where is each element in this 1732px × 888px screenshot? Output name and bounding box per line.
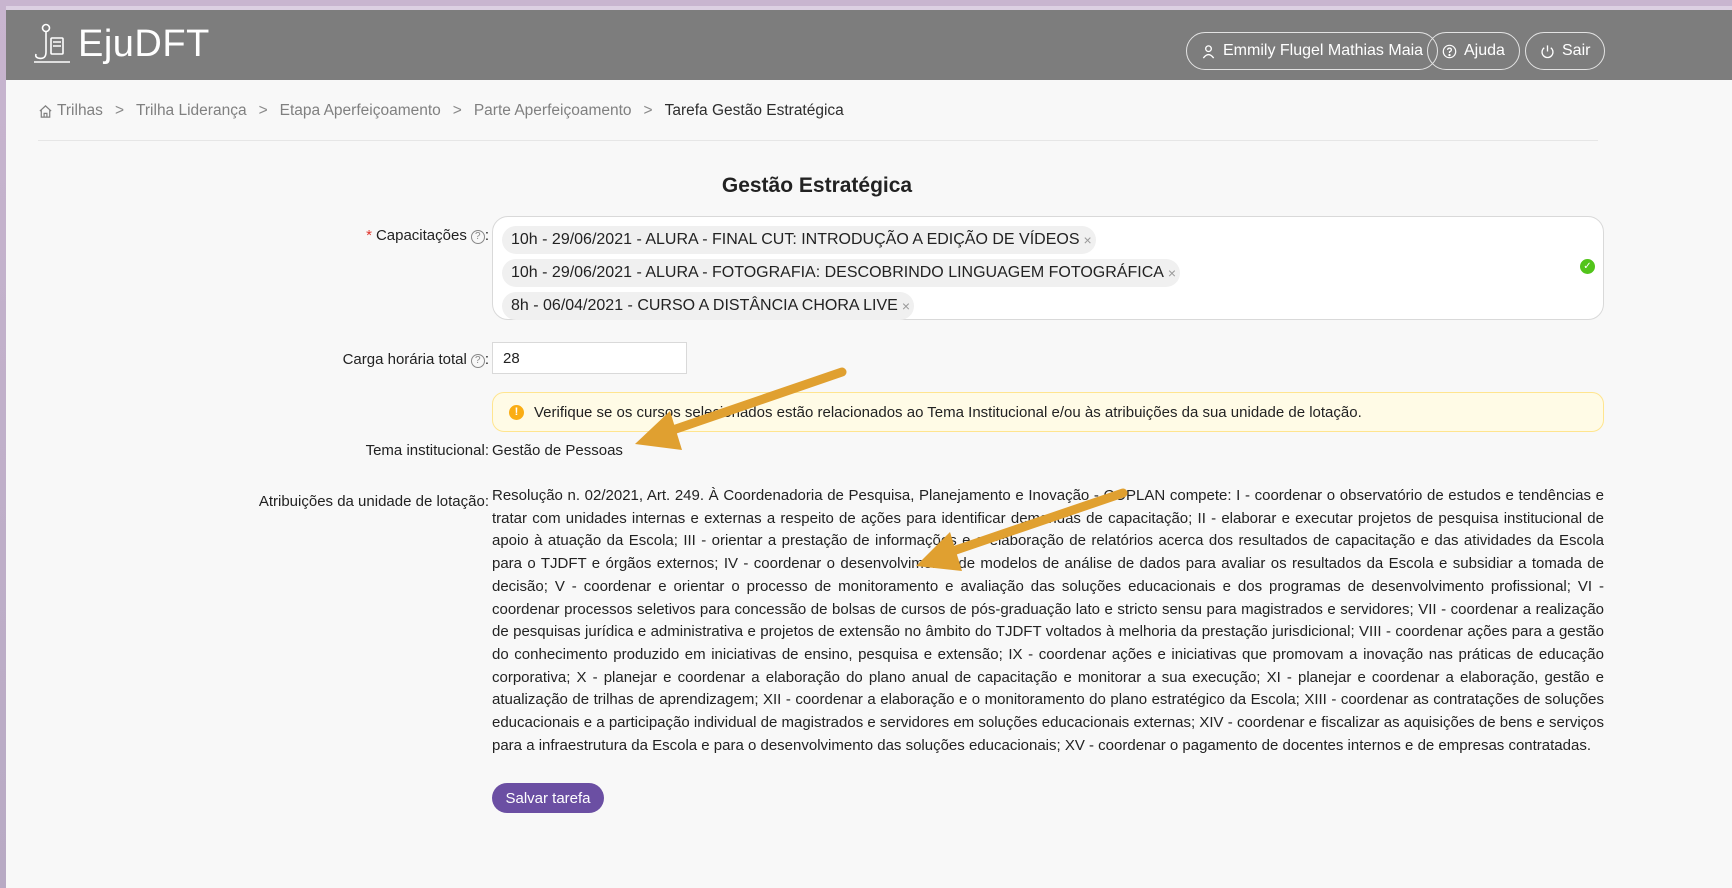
breadcrumb-separator: > xyxy=(258,102,268,119)
selected-tag: 10h - 29/06/2021 - ALURA - FINAL CUT: IN… xyxy=(502,226,1096,254)
tag-label: 10h - 29/06/2021 - ALURA - FINAL CUT: IN… xyxy=(511,231,1080,248)
tema-label-text: Tema institucional xyxy=(365,442,485,459)
help-label: Ajuda xyxy=(1464,42,1505,59)
carga-label-text: Carga horária total xyxy=(342,351,467,368)
app-frame: EjuDFT Emmily Flugel Mathias Maia Ajuda … xyxy=(6,6,1732,888)
breadcrumb-item-etapa[interactable]: Etapa Aperfeiçoamento xyxy=(280,102,441,120)
logout-label: Sair xyxy=(1562,42,1591,59)
breadcrumb-item-trilhas[interactable]: Trilhas xyxy=(57,102,103,120)
breadcrumb-separator: > xyxy=(643,102,653,119)
breadcrumb-item-current: Tarefa Gestão Estratégica xyxy=(664,102,844,119)
tema-label: Tema institucional: xyxy=(366,442,489,459)
breadcrumb: Trilhas > Trilha Liderança > Etapa Aperf… xyxy=(38,102,844,120)
logo[interactable]: EjuDFT xyxy=(32,22,210,66)
breadcrumb-item-trilha[interactable]: Trilha Liderança xyxy=(136,102,247,120)
logo-icon xyxy=(34,23,70,63)
home-icon xyxy=(39,104,52,118)
label-colon: : xyxy=(484,442,489,459)
page-title: Gestão Estratégica xyxy=(721,174,913,197)
help-tooltip-icon[interactable]: ? xyxy=(470,354,485,368)
help-tooltip-icon[interactable]: ? xyxy=(470,230,485,244)
help-button[interactable]: Ajuda xyxy=(1427,32,1520,70)
user-name: Emmily Flugel Mathias Maia xyxy=(1223,42,1424,59)
tema-value: Gestão de Pessoas xyxy=(492,442,623,459)
user-button[interactable]: Emmily Flugel Mathias Maia xyxy=(1186,32,1439,70)
power-icon xyxy=(1541,44,1554,58)
save-task-button[interactable]: Salvar tarefa xyxy=(492,783,604,813)
alert-text: Verifique se os cursos selecionados estã… xyxy=(534,403,1362,421)
logo-text: EjuDFT xyxy=(78,22,210,65)
breadcrumb-divider xyxy=(38,140,1598,141)
tag-label: 10h - 29/06/2021 - ALURA - FOTOGRAFIA: D… xyxy=(511,264,1164,281)
selected-tag: 10h - 29/06/2021 - ALURA - FOTOGRAFIA: D… xyxy=(502,259,1181,287)
breadcrumb-separator: > xyxy=(114,102,124,119)
remove-tag-icon[interactable]: × xyxy=(1168,265,1176,281)
remove-tag-icon[interactable]: × xyxy=(1083,232,1091,248)
warning-icon: ! xyxy=(509,404,524,420)
label-colon: : xyxy=(484,351,489,368)
warning-alert: ! Verifique se os cursos selecionados es… xyxy=(492,392,1604,432)
valid-check-icon: ✓ xyxy=(1580,259,1595,274)
breadcrumb-separator: > xyxy=(452,102,462,119)
breadcrumb-item-parte[interactable]: Parte Aperfeiçoamento xyxy=(474,102,632,120)
label-colon: : xyxy=(484,493,489,510)
atribuicoes-label-text: Atribuições da unidade de lotação xyxy=(258,493,485,510)
carga-label: Carga horária total?: xyxy=(343,351,489,368)
user-icon xyxy=(1202,44,1215,58)
remove-tag-icon[interactable]: × xyxy=(902,298,910,314)
atribuicoes-label: Atribuições da unidade de lotação: xyxy=(259,493,489,510)
selected-tag: 8h - 06/04/2021 - CURSO A DISTÂNCIA CHOR… xyxy=(502,292,915,320)
question-icon xyxy=(1442,44,1457,58)
atribuicoes-text: Resolução n. 02/2021, Art. 249. À Coorde… xyxy=(492,487,1604,754)
required-mark: * xyxy=(366,227,372,244)
logout-button[interactable]: Sair xyxy=(1525,32,1606,70)
label-colon: : xyxy=(484,227,489,244)
tag-label: 8h - 06/04/2021 - CURSO A DISTÂNCIA CHOR… xyxy=(511,297,898,314)
capacitacoes-label: * Capacitações?: xyxy=(366,227,489,244)
capacitacoes-select[interactable]: 10h - 29/06/2021 - ALURA - FINAL CUT: IN… xyxy=(492,216,1604,320)
top-header: EjuDFT Emmily Flugel Mathias Maia Ajuda … xyxy=(6,6,1732,80)
carga-horaria-input[interactable]: 28 xyxy=(492,342,687,374)
capacitacoes-label-text: Capacitações xyxy=(375,227,467,244)
